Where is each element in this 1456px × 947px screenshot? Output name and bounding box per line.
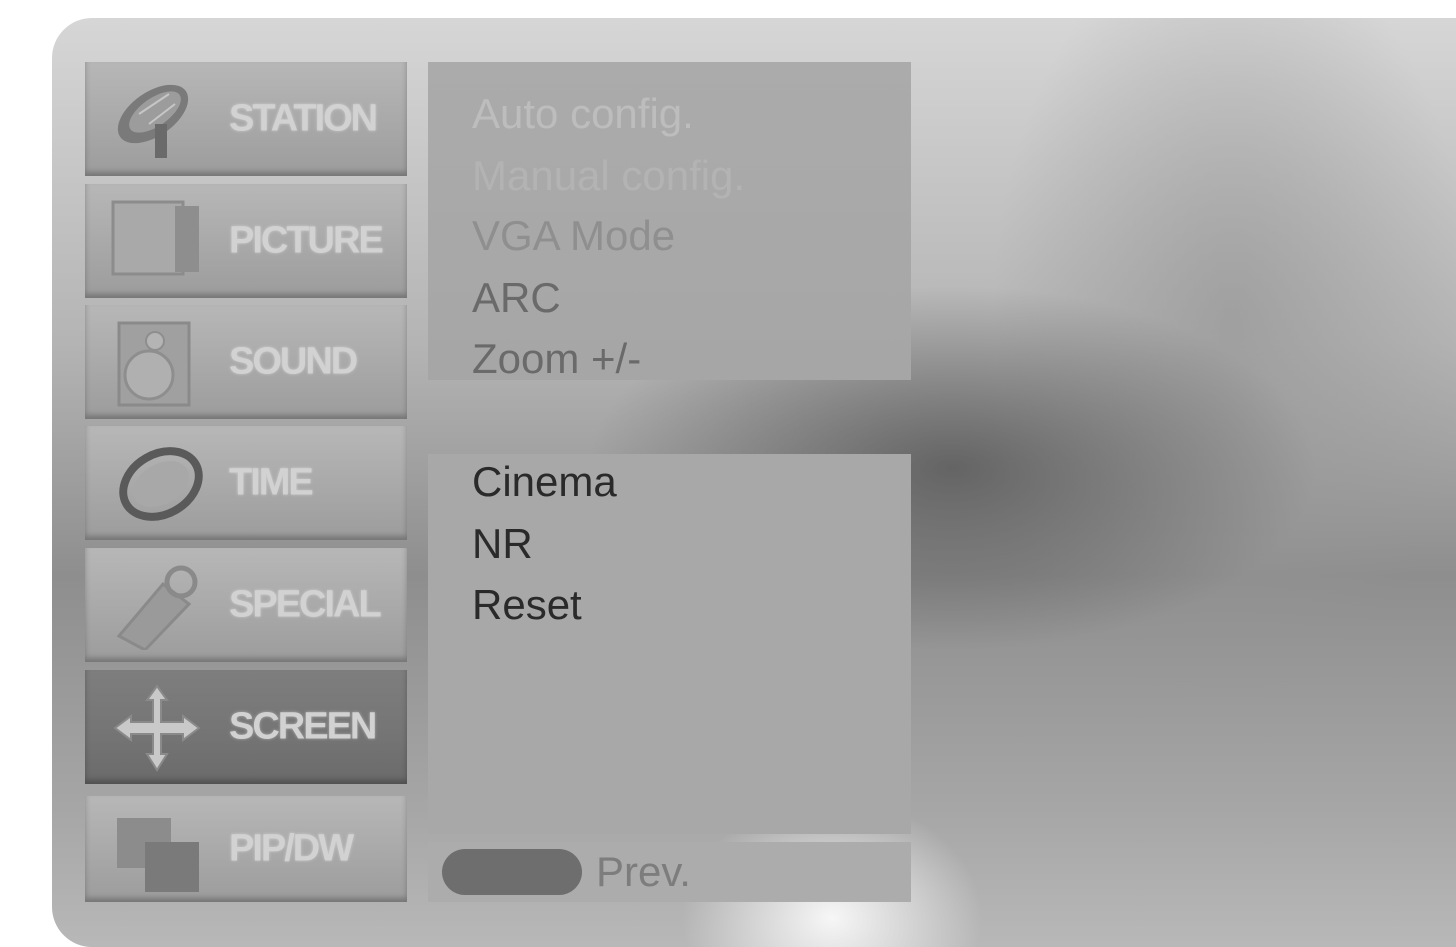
submenu-option-reset[interactable]: Reset <box>472 581 582 629</box>
submenu-bottom-panel: Cinema NR Reset <box>428 454 911 834</box>
satellite-dish-icon <box>117 84 189 158</box>
speaker-icon <box>117 321 191 407</box>
menu-item-pip-dw[interactable]: PIP/DW <box>85 796 407 902</box>
menu-item-sound[interactable]: SOUND <box>85 305 407 419</box>
submenu-option-auto-config[interactable]: Auto config. <box>472 90 694 138</box>
move-arrows-icon <box>113 684 201 772</box>
submenu-option-nr[interactable]: NR <box>472 520 533 568</box>
menu-item-time[interactable]: TIME <box>85 426 407 540</box>
menu-item-label: PIP/DW <box>229 827 354 870</box>
menu-item-screen[interactable]: SCREEN <box>85 670 407 784</box>
submenu-option-vga-mode[interactable]: VGA Mode <box>472 212 675 260</box>
prev-label: Prev. <box>596 848 691 895</box>
submenu-option-zoom[interactable]: Zoom +/- <box>472 335 641 383</box>
picture-screen-icon <box>111 200 199 276</box>
osd-menu-window: STATION PICTURE SOUND TIME SPECIAL SCREE… <box>52 18 1456 947</box>
menu-item-station[interactable]: STATION <box>85 62 407 176</box>
submenu-option-cinema[interactable]: Cinema <box>472 458 617 506</box>
blue-button-icon[interactable] <box>442 849 582 895</box>
menu-item-label: SPECIAL <box>229 583 382 626</box>
menu-item-label: PICTURE <box>229 219 384 262</box>
menu-item-label: SOUND <box>229 340 358 383</box>
menu-item-label: STATION <box>229 97 378 140</box>
submenu-option-manual-config[interactable]: Manual config. <box>472 152 745 200</box>
footer-bar: Prev. <box>428 842 911 902</box>
pip-screens-icon <box>117 818 199 892</box>
clock-ring-icon <box>119 447 203 521</box>
submenu-top-panel: Auto config. Manual config. VGA Mode ARC… <box>428 62 911 383</box>
menu-item-label: SCREEN <box>229 705 377 748</box>
submenu-option-arc[interactable]: ARC <box>472 274 561 322</box>
menu-item-picture[interactable]: PICTURE <box>85 184 407 298</box>
menu-item-special[interactable]: SPECIAL <box>85 548 407 662</box>
menu-item-label: TIME <box>229 461 314 504</box>
key-tag-icon <box>116 565 198 650</box>
